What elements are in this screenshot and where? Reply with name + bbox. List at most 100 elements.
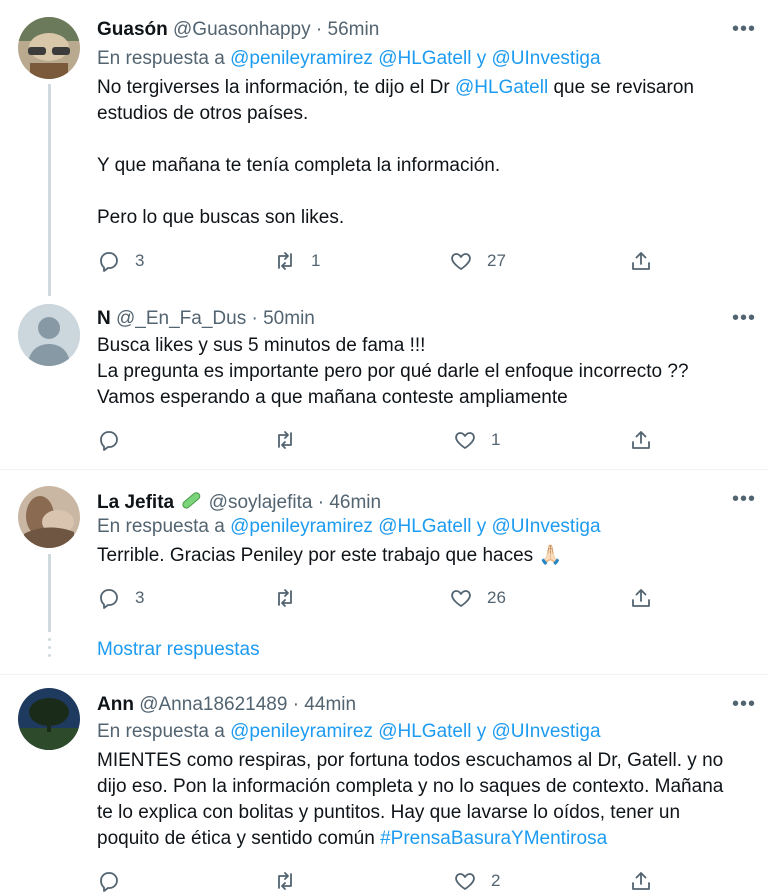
reply-button[interactable]: 3: [97, 586, 144, 610]
reply-button[interactable]: 3: [97, 249, 144, 273]
display-name[interactable]: La Jefita: [97, 492, 174, 513]
reply-prefix: En respuesta a: [97, 721, 225, 742]
reply-count: 3: [135, 251, 145, 270]
reply-context: En respuesta a @penileyramirez @HLGatell…: [97, 516, 601, 538]
reply-prefix: En respuesta a: [97, 48, 225, 69]
reply-context: En respuesta a @penileyramirez @HLGatell…: [97, 48, 601, 70]
mention-link[interactable]: @HLGatell: [378, 721, 471, 742]
retweet-icon: [278, 589, 292, 607]
like-button[interactable]: 1: [453, 428, 500, 452]
like-icon: [455, 873, 475, 890]
retweet-count: 1: [311, 251, 321, 270]
thread-line: [48, 554, 51, 632]
mention-link[interactable]: @UInvestiga: [492, 48, 601, 69]
mention-link[interactable]: @UInvestiga: [492, 516, 601, 537]
text-line: La pregunta es importante pero por qué d…: [97, 361, 689, 382]
timestamp[interactable]: · 44min: [293, 694, 356, 715]
text-line: poquito de ética y sentido común: [97, 828, 375, 849]
like-icon: [451, 590, 471, 607]
pray-emoji: 🙏🏻: [538, 545, 563, 566]
mention-link[interactable]: @HLGatell: [455, 77, 548, 98]
hashtag-link[interactable]: #PrensaBasuraYMentirosa: [380, 828, 607, 849]
retweet-button[interactable]: [273, 869, 297, 893]
avatar-default[interactable]: [18, 304, 80, 366]
like-button[interactable]: 26: [449, 586, 506, 610]
like-count: 26: [487, 588, 506, 607]
display-name[interactable]: Ann: [97, 694, 134, 715]
action-bar: 3 26: [97, 586, 657, 612]
action-bar: 1: [97, 428, 657, 454]
avatar-ann[interactable]: [18, 688, 80, 750]
user-handle[interactable]: @Guasonhappy: [173, 19, 311, 40]
text-line: dijo eso. Pon la información completa y …: [97, 776, 724, 797]
reply-button[interactable]: [97, 869, 121, 893]
thread-line: [48, 84, 51, 296]
share-button[interactable]: [629, 428, 653, 452]
like-count: 1: [491, 430, 501, 449]
tweet-header: La Jefita @soylajefita · 46min: [97, 489, 381, 517]
tweet-text: Busca likes y sus 5 minutos de fama !!! …: [97, 333, 757, 411]
user-handle[interactable]: @_En_Fa_Dus: [116, 308, 246, 329]
avatar-la-jefita[interactable]: [18, 486, 80, 548]
avatar-guason[interactable]: [18, 17, 80, 79]
retweet-button[interactable]: 1: [273, 249, 320, 273]
tweet-n[interactable]: N @_En_Fa_Dus · 50min ••• Busca likes y …: [0, 296, 768, 468]
share-icon: [632, 589, 650, 607]
share-button[interactable]: [629, 586, 653, 610]
share-icon: [632, 431, 650, 449]
text-line: Terrible. Gracias Peniley por este traba…: [97, 545, 534, 566]
reply-button[interactable]: [97, 428, 121, 452]
text-line: Y que mañana te tenía completa la inform…: [97, 155, 501, 176]
more-icon[interactable]: •••: [732, 307, 756, 330]
share-icon: [632, 872, 650, 890]
test-tube-icon: [179, 489, 203, 517]
tweet-header: Ann @Anna18621489 · 44min: [97, 694, 356, 716]
retweet-button[interactable]: [273, 428, 297, 452]
text-line: No tergiverses la información, te dijo e…: [97, 77, 450, 98]
like-button[interactable]: 2: [453, 869, 500, 893]
tweet-header: N @_En_Fa_Dus · 50min: [97, 308, 315, 330]
text-line: que se revisaron: [548, 77, 694, 98]
mention-link[interactable]: @HLGatell: [378, 516, 471, 537]
thread-dots: [48, 638, 51, 662]
share-icon: [632, 252, 650, 270]
reply-icon: [100, 431, 118, 451]
like-icon: [451, 253, 471, 270]
retweet-button[interactable]: [273, 586, 297, 610]
like-count: 2: [491, 871, 501, 890]
text-line: estudios de otros países.: [97, 103, 309, 124]
display-name[interactable]: N: [97, 308, 111, 329]
share-button[interactable]: [629, 249, 653, 273]
tweet-guason[interactable]: Guasón @Guasonhappy · 56min ••• En respu…: [0, 0, 768, 296]
retweet-icon: [278, 431, 292, 449]
reply-and: y: [476, 48, 487, 69]
show-replies-link[interactable]: Mostrar respuestas: [97, 639, 260, 661]
action-bar: 3 1 27: [97, 249, 657, 275]
tweet-text: MIENTES como respiras, por fortuna todos…: [97, 748, 757, 852]
mention-link[interactable]: @penileyramirez: [230, 721, 373, 742]
text-line: Vamos esperando a que mañana conteste am…: [97, 387, 568, 408]
retweet-icon: [278, 252, 292, 270]
more-icon[interactable]: •••: [732, 693, 756, 716]
timestamp[interactable]: · 46min: [318, 492, 381, 513]
user-handle[interactable]: @Anna18621489: [139, 694, 287, 715]
share-button[interactable]: [629, 869, 653, 893]
more-icon[interactable]: •••: [732, 18, 756, 41]
tweet-text: Terrible. Gracias Peniley por este traba…: [97, 543, 757, 569]
timestamp[interactable]: · 56min: [316, 19, 379, 40]
like-button[interactable]: 27: [449, 249, 506, 273]
mention-link[interactable]: @penileyramirez: [230, 48, 373, 69]
mention-link[interactable]: @penileyramirez: [230, 516, 373, 537]
display-name[interactable]: Guasón: [97, 19, 168, 40]
tweet-ann[interactable]: Ann @Anna18621489 · 44min ••• En respues…: [0, 675, 768, 892]
user-handle[interactable]: @soylajefita: [209, 492, 313, 513]
reply-and: y: [476, 516, 487, 537]
timestamp[interactable]: · 50min: [252, 308, 315, 329]
mention-link[interactable]: @UInvestiga: [492, 721, 601, 742]
mention-link[interactable]: @HLGatell: [378, 48, 471, 69]
more-icon[interactable]: •••: [732, 488, 756, 511]
reply-icon: [100, 252, 118, 272]
action-bar: 2: [97, 869, 657, 895]
tweet-la-jefita[interactable]: La Jefita @soylajefita · 46min ••• En re…: [0, 470, 768, 676]
reply-icon: [100, 589, 118, 609]
